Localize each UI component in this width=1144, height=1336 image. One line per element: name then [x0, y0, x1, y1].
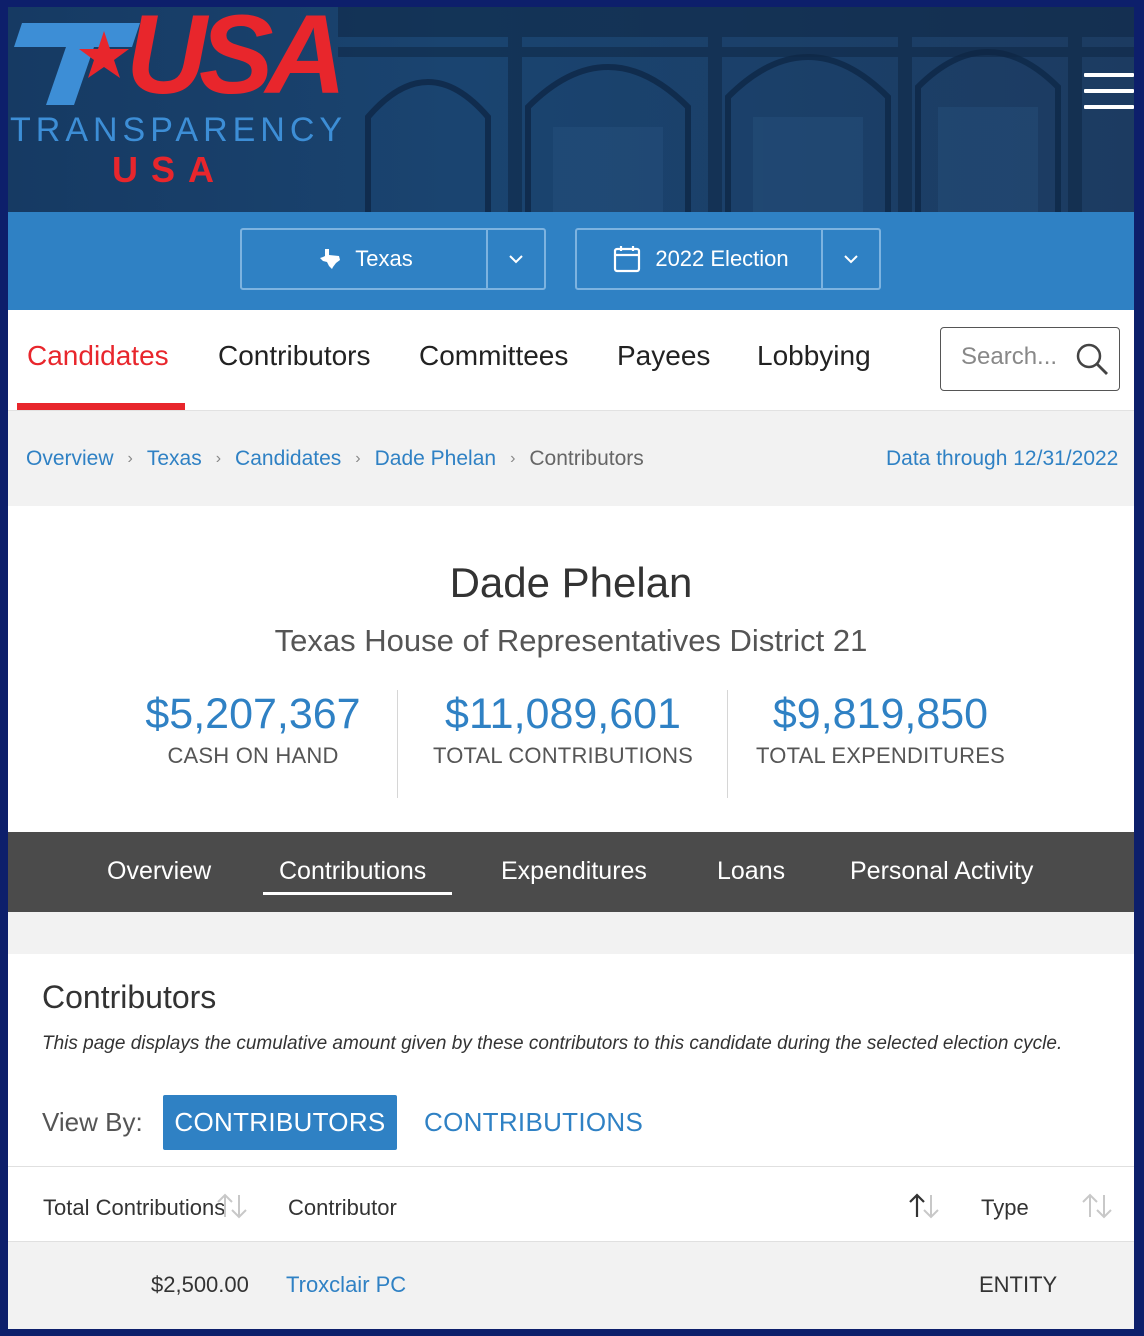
tab-personal-activity[interactable]: Personal Activity: [850, 857, 1033, 886]
breadcrumb-bar: Overview › Texas › Candidates › Dade Phe…: [8, 411, 1134, 506]
candidate-tabs: Overview Contributions Expenditures Loan…: [8, 832, 1134, 912]
breadcrumb-separator-icon: ›: [127, 450, 133, 467]
tab-expenditures[interactable]: Expenditures: [501, 857, 647, 886]
breadcrumb: Overview › Texas › Candidates › Dade Phe…: [26, 447, 644, 471]
stat-total-expenditures: $9,819,850 TOTAL EXPENDITURES: [743, 690, 1018, 769]
search-box[interactable]: [940, 327, 1120, 391]
breadcrumb-separator-icon: ›: [355, 450, 361, 467]
view-contributions-button[interactable]: CONTRIBUTIONS: [424, 1107, 643, 1138]
tab-contributions[interactable]: Contributions: [279, 857, 426, 886]
state-select[interactable]: Texas: [240, 228, 546, 290]
tab-active-indicator: [263, 892, 452, 895]
sort-icon[interactable]: [213, 1191, 251, 1221]
sort-icon[interactable]: [1078, 1191, 1116, 1221]
stat-label: CASH ON HAND: [167, 743, 339, 768]
breadcrumb-overview[interactable]: Overview: [26, 447, 114, 471]
tab-loans[interactable]: Loans: [717, 857, 785, 886]
logo-usa-subtext: USA: [112, 149, 228, 190]
nav-contributors[interactable]: Contributors: [218, 340, 371, 372]
breadcrumb-separator-icon: ›: [215, 450, 222, 467]
breadcrumb-candidates[interactable]: Candidates: [235, 447, 341, 471]
calendar-icon: [614, 246, 641, 273]
search-input[interactable]: [959, 342, 1073, 372]
state-select-label: Texas: [355, 246, 413, 271]
candidate-stats: $5,207,367 CASH ON HAND $11,089,601 TOTA…: [8, 690, 1134, 800]
sort-ascending-icon[interactable]: [905, 1191, 943, 1221]
main-nav: Candidates Contributors Committees Payee…: [8, 310, 1134, 411]
state-select-toggle[interactable]: [486, 230, 544, 288]
search-icon[interactable]: [1075, 342, 1109, 376]
selector-bar: Texas 2022 Election: [8, 212, 1134, 310]
header-banner: USA TRANSPARENCY USA: [8, 7, 1134, 212]
logo-transparency-text: TRANSPARENCY: [10, 111, 348, 149]
cell-contributor-link[interactable]: Troxclair PC: [286, 1272, 406, 1298]
table-top-border: [8, 1166, 1134, 1167]
breadcrumb-candidate[interactable]: Dade Phelan: [375, 447, 496, 471]
nav-lobbying[interactable]: Lobbying: [757, 340, 871, 372]
section-description: This page displays the cumulative amount…: [42, 1033, 1063, 1054]
chevron-down-icon: [844, 255, 858, 264]
stat-label: TOTAL EXPENDITURES: [756, 743, 1005, 768]
section-title: Contributors: [42, 979, 217, 1015]
cell-total: $2,500.00: [151, 1272, 249, 1297]
stat-cash-on-hand: $5,207,367 CASH ON HAND: [128, 690, 378, 769]
view-contributors-button[interactable]: CONTRIBUTORS: [163, 1095, 397, 1150]
candidate-name: Dade Phelan: [449, 559, 693, 606]
election-select-label: 2022 Election: [655, 246, 789, 271]
nav-payees[interactable]: Payees: [617, 340, 710, 372]
view-by-label: View By:: [42, 1107, 143, 1137]
stat-value: $11,089,601: [445, 690, 681, 738]
stat-value: $5,207,367: [145, 690, 361, 738]
candidate-office: Texas House of Representatives District …: [274, 623, 868, 658]
stat-divider: [397, 690, 398, 798]
election-select-value[interactable]: 2022 Election: [577, 230, 825, 288]
cell-type: ENTITY: [979, 1272, 1058, 1297]
state-select-value[interactable]: Texas: [242, 230, 490, 288]
stat-divider: [727, 690, 728, 798]
breadcrumb-current: Contributors: [529, 447, 644, 470]
header-total-contributions[interactable]: Total Contributions: [43, 1195, 225, 1221]
logo-usa-text: USA: [126, 7, 346, 117]
page-frame: USA TRANSPARENCY USA Texas 2022 Election…: [8, 7, 1134, 1329]
logo-star-t-icon: [14, 23, 140, 105]
stat-total-contributions: $11,089,601 TOTAL CONTRIBUTIONS: [413, 690, 713, 769]
stat-value: $9,819,850: [772, 690, 989, 738]
election-select-toggle[interactable]: [821, 230, 879, 288]
nav-active-indicator: [17, 403, 185, 410]
header-type[interactable]: Type: [981, 1195, 1029, 1221]
tab-overview[interactable]: Overview: [107, 857, 211, 886]
breadcrumb-separator-icon: ›: [510, 450, 516, 467]
nav-committees[interactable]: Committees: [419, 340, 568, 372]
breadcrumb-texas[interactable]: Texas: [147, 447, 202, 471]
election-select[interactable]: 2022 Election: [575, 228, 881, 290]
hamburger-icon[interactable]: [1084, 73, 1134, 113]
section-spacer: [8, 912, 1134, 954]
chevron-down-icon: [509, 255, 523, 264]
data-through-date: Data through 12/31/2022: [886, 447, 1119, 470]
transparency-usa-logo[interactable]: USA TRANSPARENCY USA: [8, 7, 346, 212]
header-contributor[interactable]: Contributor: [288, 1195, 397, 1221]
nav-candidates[interactable]: Candidates: [27, 340, 169, 372]
stat-label: TOTAL CONTRIBUTIONS: [432, 743, 694, 768]
texas-state-icon: [320, 249, 341, 269]
